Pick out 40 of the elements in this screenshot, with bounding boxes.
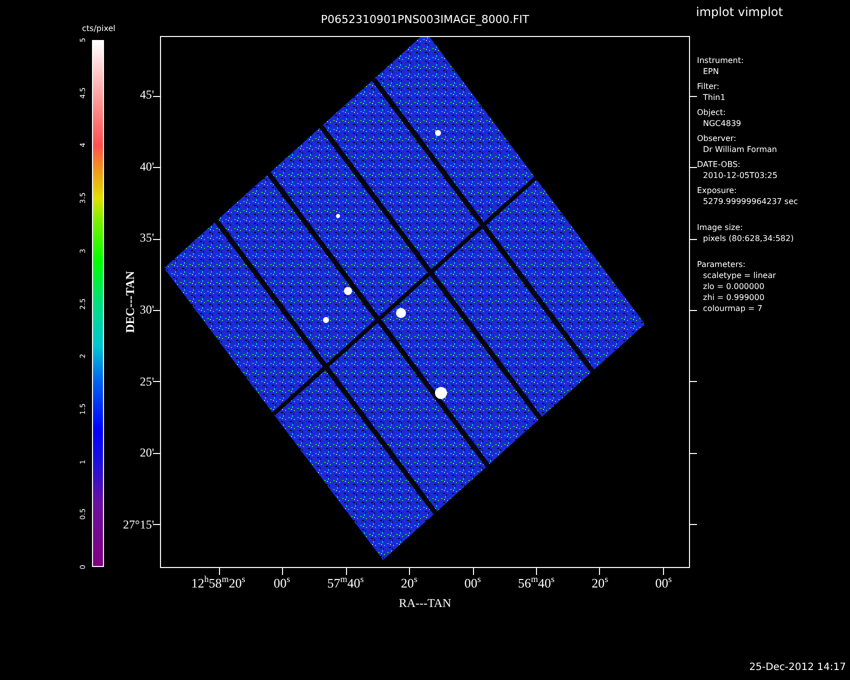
axis-tick-label: 35' — [140, 230, 154, 246]
info-label: Observer: — [697, 134, 738, 143]
program-title: implot vimplot — [696, 5, 783, 19]
axis-tick-label: 45' — [140, 88, 154, 103]
colorbar-title: cts/pixel — [82, 24, 116, 33]
plot-title: P0652310901PNS003IMAGE_8000.FIT — [320, 13, 530, 26]
axis-tick-label: 00$^{s}$ — [274, 574, 290, 592]
axis-tick-label: 40' — [140, 159, 154, 174]
axis-tick-label: 57$^{m}$40$^{s}$ — [327, 574, 364, 592]
info-label: Exposure: — [697, 186, 738, 195]
info-label: Filter: — [697, 82, 720, 91]
axis-tick-label: 20' — [140, 446, 154, 461]
axis-tick-label: 56$^{m}$40$^{s}$ — [518, 574, 555, 592]
info-label: DATE-OBS: — [697, 160, 742, 169]
info-value: 2010-12-05T03:25 — [702, 171, 778, 180]
info-value: colourmap = 7 — [702, 304, 764, 313]
axis-tick-label: 20$^{s}$ — [400, 574, 418, 592]
info-value: 5279.99999964237 sec — [702, 197, 799, 206]
axis-title: DEC---TAN — [124, 271, 136, 333]
axis-tick-label: 27°15' — [123, 518, 154, 532]
info-label: Image size: — [697, 223, 744, 232]
info-value: Dr William Forman — [702, 145, 778, 154]
info-value: pixels (80:628,34:582) — [702, 234, 795, 243]
info-value: EPN — [702, 67, 720, 76]
axis-tick-label: 00$^{s}$ — [464, 574, 481, 592]
axis-tick-label: 30' — [140, 302, 154, 318]
info-value: scaletype = linear — [702, 271, 777, 280]
info-label: Instrument: — [697, 56, 745, 65]
info-label: Object: — [697, 108, 727, 117]
info-label: Parameters: — [697, 260, 746, 269]
axis-tick-label: 12$^{h}$58$^{m}$20$^{s}$ — [191, 574, 246, 592]
axis-tick-label: 25' — [140, 374, 154, 390]
info-value: Thin1 — [702, 93, 726, 102]
axis-tick-label: 00$^{s}$ — [655, 574, 672, 592]
axis-tick-label: 20$^{s}$ — [592, 574, 608, 592]
axis-title: RA---TAN — [398, 596, 452, 611]
info-value: zlo = 0.000000 — [702, 282, 766, 291]
timestamp: 25-Dec-2012 14:17 — [749, 662, 846, 673]
info-value: zhi = 0.999000 — [702, 293, 766, 302]
info-value: NGC4839 — [702, 119, 742, 128]
